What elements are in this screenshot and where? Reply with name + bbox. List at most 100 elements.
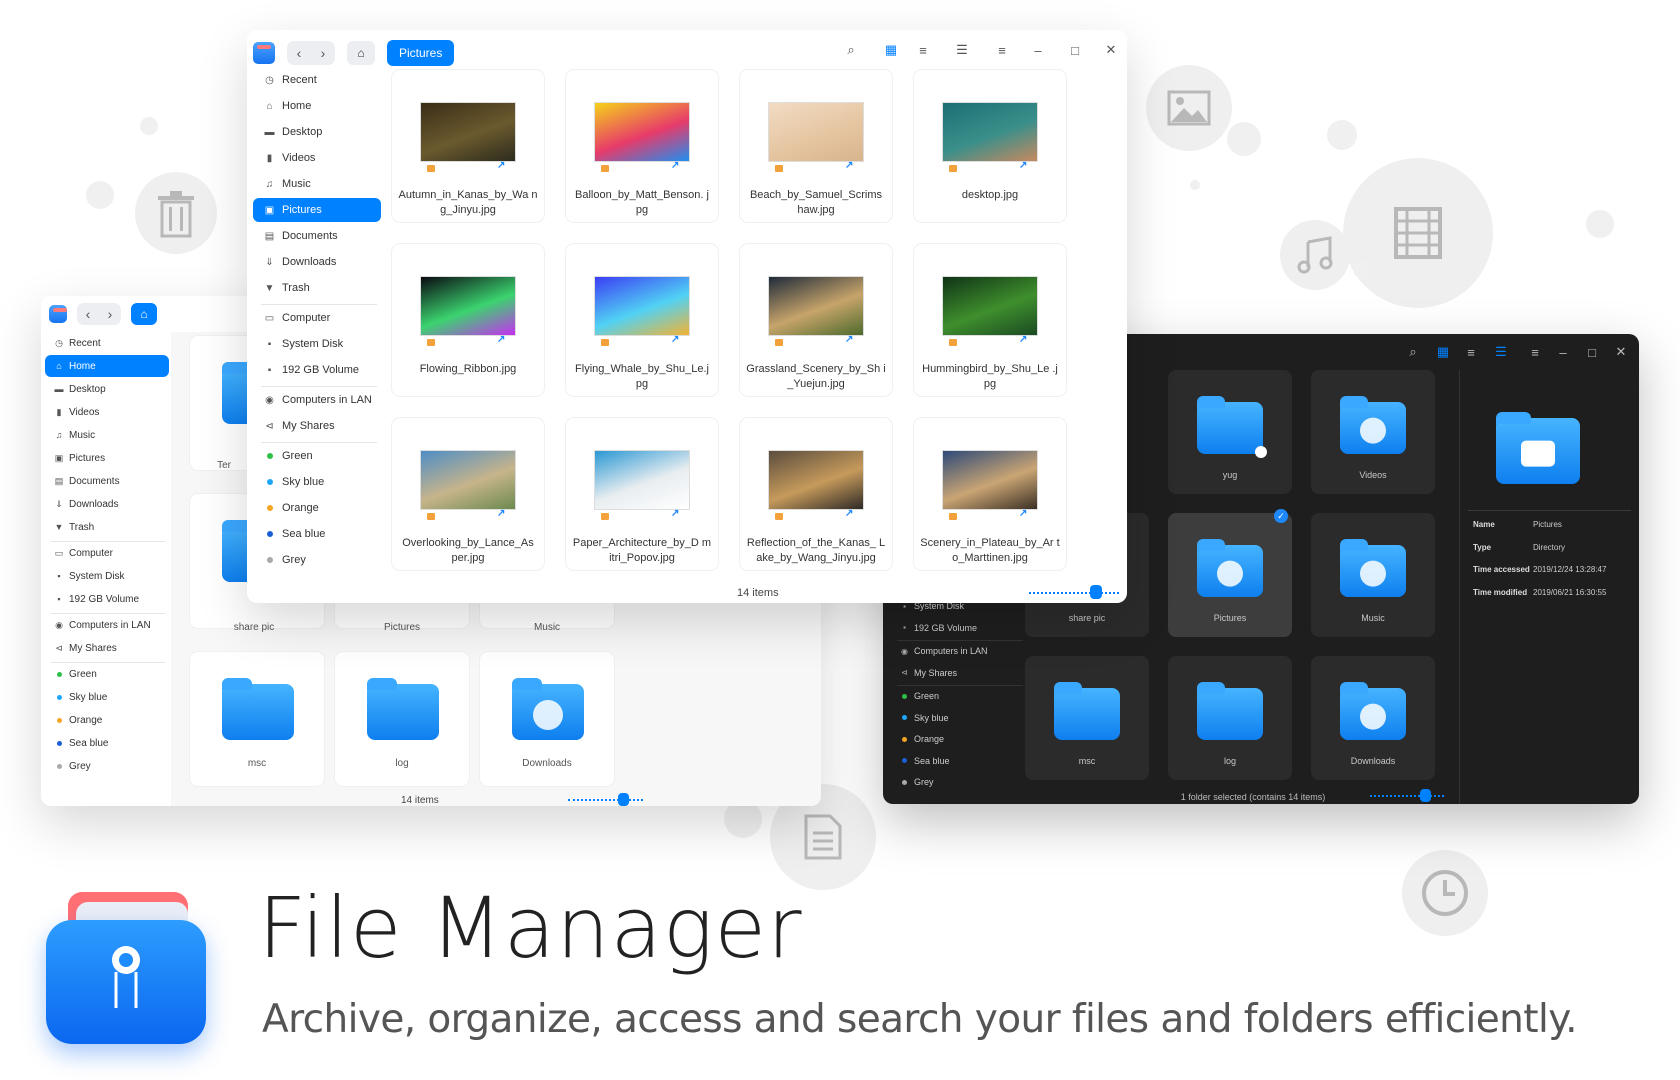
back-icon[interactable]: ‹ xyxy=(287,41,311,65)
sidebar-item-grey[interactable]: Grey xyxy=(45,755,169,777)
sidebar-item-downloads[interactable]: ⇓ Downloads xyxy=(45,493,169,515)
folder-tile[interactable]: ✓ Pictures xyxy=(1168,509,1292,637)
sidebar-item-music[interactable]: ♫ Music xyxy=(253,172,381,196)
folder-tile[interactable]: Music xyxy=(1311,513,1435,637)
folder-tile[interactable]: yug xyxy=(1168,370,1292,494)
sidebar-item-orange[interactable]: Orange xyxy=(45,709,169,731)
sidebar-item-sea-blue[interactable]: Sea blue xyxy=(887,751,1027,771)
list-view-icon[interactable]: ≡ xyxy=(911,38,935,62)
home-button[interactable]: ⌂ xyxy=(131,303,157,325)
folder-tile[interactable]: log xyxy=(1168,656,1292,780)
sidebar-item-192-gb-volume[interactable]: ▪ 192 GB Volume xyxy=(45,588,169,610)
file-tile[interactable]: ↗ Reflection_of_the_Kanas_ Lake_by_Wang_J… xyxy=(740,418,892,570)
sidebar-item-system-disk[interactable]: ▪ System Disk xyxy=(45,565,169,587)
file-tile[interactable]: ↗ Flowing_Ribbon.jpg xyxy=(392,244,544,396)
menu-icon[interactable]: ≡ xyxy=(990,38,1014,62)
sidebar-item-sky-blue[interactable]: Sky blue xyxy=(887,708,1027,728)
forward-icon[interactable]: › xyxy=(99,303,121,325)
search-icon[interactable]: ⌕ xyxy=(1401,340,1425,364)
sidebar-item-desktop[interactable]: ▬ Desktop xyxy=(253,120,381,144)
sidebar-item-videos[interactable]: ▮ Videos xyxy=(45,401,169,423)
sidebar-item-videos[interactable]: ▮ Videos xyxy=(253,146,381,170)
sidebar-item-orange[interactable]: Orange xyxy=(887,729,1027,749)
sidebar-item-computer[interactable]: ▭ Computer xyxy=(253,306,381,330)
sidebar-item-grey[interactable]: Grey xyxy=(887,772,1027,792)
sidebar-item-grey[interactable]: Grey xyxy=(253,548,381,572)
list-view-icon[interactable]: ≡ xyxy=(1459,340,1483,364)
sidebar-item-my-shares[interactable]: ⊲ My Shares xyxy=(253,414,381,438)
folder-tile[interactable]: msc xyxy=(1025,656,1149,780)
folder-tile[interactable]: Downloads xyxy=(1311,656,1435,780)
close-icon[interactable]: ✕ xyxy=(1609,340,1633,364)
sidebar-item-sea-blue[interactable]: Sea blue xyxy=(45,732,169,754)
sidebar-item-recent[interactable]: ◷ Recent xyxy=(253,68,381,92)
sidebar-item-orange[interactable]: Orange xyxy=(253,496,381,520)
zoom-slider[interactable] xyxy=(1029,592,1119,594)
file-tile[interactable]: ↗ Overlooking_by_Lance_As per.jpg xyxy=(392,418,544,570)
file-tile[interactable]: ↗ Grassland_Scenery_by_Sh i_Yuejun.jpg xyxy=(740,244,892,396)
icon-view-icon[interactable]: ▦ xyxy=(879,38,903,62)
sidebar: ◷ Recent ⌂ Home ▬ Desktop ▮ Videos ♫ Music ▣ Pictur… xyxy=(253,68,381,603)
file-tile[interactable]: ↗ Hummingbird_by_Shu_Le .jpg xyxy=(914,244,1066,396)
search-icon[interactable]: ⌕ xyxy=(839,38,863,62)
sidebar-item-sea-blue[interactable]: Sea blue xyxy=(253,522,381,546)
sidebar-item-downloads[interactable]: ⇓ Downloads xyxy=(253,250,381,274)
file-tile[interactable]: ↗ Scenery_in_Plateau_by_Ar to_Marttinen.j… xyxy=(914,418,1066,570)
sidebar-item-green[interactable]: Green xyxy=(887,686,1027,706)
sidebar-item-pictures[interactable]: ▣ Pictures xyxy=(45,447,169,469)
icon-view-icon[interactable]: ▦ xyxy=(1431,340,1455,364)
sidebar-item-system-disk[interactable]: ▪ System Disk xyxy=(253,332,381,356)
minimize-icon[interactable]: – xyxy=(1026,38,1050,62)
sidebar-item-trash[interactable]: ▼ Trash xyxy=(45,516,169,538)
sidebar-item-green[interactable]: Green xyxy=(45,663,169,685)
minimize-icon[interactable]: – xyxy=(1551,340,1575,364)
sidebar-item-sky-blue[interactable]: Sky blue xyxy=(253,470,381,494)
sidebar-item-my-shares[interactable]: ⊲ My Shares xyxy=(887,663,1027,683)
back-icon[interactable]: ‹ xyxy=(77,303,99,325)
sidebar-item-home[interactable]: ⌂ Home xyxy=(45,355,169,377)
sidebar-item-192-gb-volume[interactable]: ▪ 192 GB Volume xyxy=(887,618,1027,638)
sidebar-item-computer[interactable]: ▭ Computer xyxy=(45,542,169,564)
menu-icon[interactable]: ≡ xyxy=(1523,340,1547,364)
zoom-slider[interactable] xyxy=(1370,795,1444,797)
sidebar-item-recent[interactable]: ◷ Recent xyxy=(45,332,169,354)
maximize-icon[interactable]: □ xyxy=(1063,38,1087,62)
image-thumbnail xyxy=(594,276,690,336)
link-emblem-icon: ↗ xyxy=(497,334,506,345)
file-tile[interactable]: ↗ Beach_by_Samuel_Scrims haw.jpg xyxy=(740,70,892,222)
sidebar-item-192-gb-volume[interactable]: ▪ 192 GB Volume xyxy=(253,358,381,382)
sidebar-item-computers-in-lan[interactable]: ◉ Computers in LAN xyxy=(45,614,169,636)
zoom-slider-knob[interactable] xyxy=(1420,789,1431,802)
zoom-slider-knob[interactable] xyxy=(1090,585,1102,599)
sidebar-item-trash[interactable]: ▼ Trash xyxy=(253,276,381,300)
forward-icon[interactable]: › xyxy=(311,41,335,65)
folder-tile[interactable]: msc xyxy=(190,652,324,786)
file-tile[interactable]: ↗ desktop.jpg xyxy=(914,70,1066,222)
detail-view-icon[interactable]: ☰ xyxy=(1489,340,1513,364)
zoom-slider-knob[interactable] xyxy=(618,793,629,806)
folder-tile[interactable]: log xyxy=(335,652,469,786)
close-icon[interactable]: ✕ xyxy=(1099,38,1123,62)
maximize-icon[interactable]: □ xyxy=(1580,340,1604,364)
home-button[interactable]: ⌂ xyxy=(347,41,375,65)
folder-tile[interactable]: Downloads xyxy=(480,652,614,786)
sidebar-item-home[interactable]: ⌂ Home xyxy=(253,94,381,118)
sidebar-item-desktop[interactable]: ▬ Desktop xyxy=(45,378,169,400)
sidebar-item-computers-in-lan[interactable]: ◉ Computers in LAN xyxy=(887,641,1027,661)
sidebar-item-computers-in-lan[interactable]: ◉ Computers in LAN xyxy=(253,388,381,412)
sidebar-item-green[interactable]: Green xyxy=(253,444,381,468)
sidebar-item-my-shares[interactable]: ⊲ My Shares xyxy=(45,637,169,659)
file-tile[interactable]: ↗ Flying_Whale_by_Shu_Le.j pg xyxy=(566,244,718,396)
file-tile[interactable]: ↗ Paper_Architecture_by_D mitri_Popov.jpg xyxy=(566,418,718,570)
sidebar-item-documents[interactable]: ▤ Documents xyxy=(45,470,169,492)
detail-view-icon[interactable]: ☰ xyxy=(950,38,974,62)
sidebar-item-documents[interactable]: ▤ Documents xyxy=(253,224,381,248)
zoom-slider[interactable] xyxy=(568,799,643,801)
breadcrumb-pictures[interactable]: Pictures xyxy=(387,40,455,66)
file-tile[interactable]: ↗ Autumn_in_Kanas_by_Wa ng_Jinyu.jpg xyxy=(392,70,544,222)
sidebar-item-pictures[interactable]: ▣ Pictures xyxy=(253,198,381,222)
sidebar-item-music[interactable]: ♫ Music xyxy=(45,424,169,446)
file-tile[interactable]: ↗ Balloon_by_Matt_Benson. jpg xyxy=(566,70,718,222)
folder-tile[interactable]: Videos xyxy=(1311,370,1435,494)
sidebar-item-sky-blue[interactable]: Sky blue xyxy=(45,686,169,708)
